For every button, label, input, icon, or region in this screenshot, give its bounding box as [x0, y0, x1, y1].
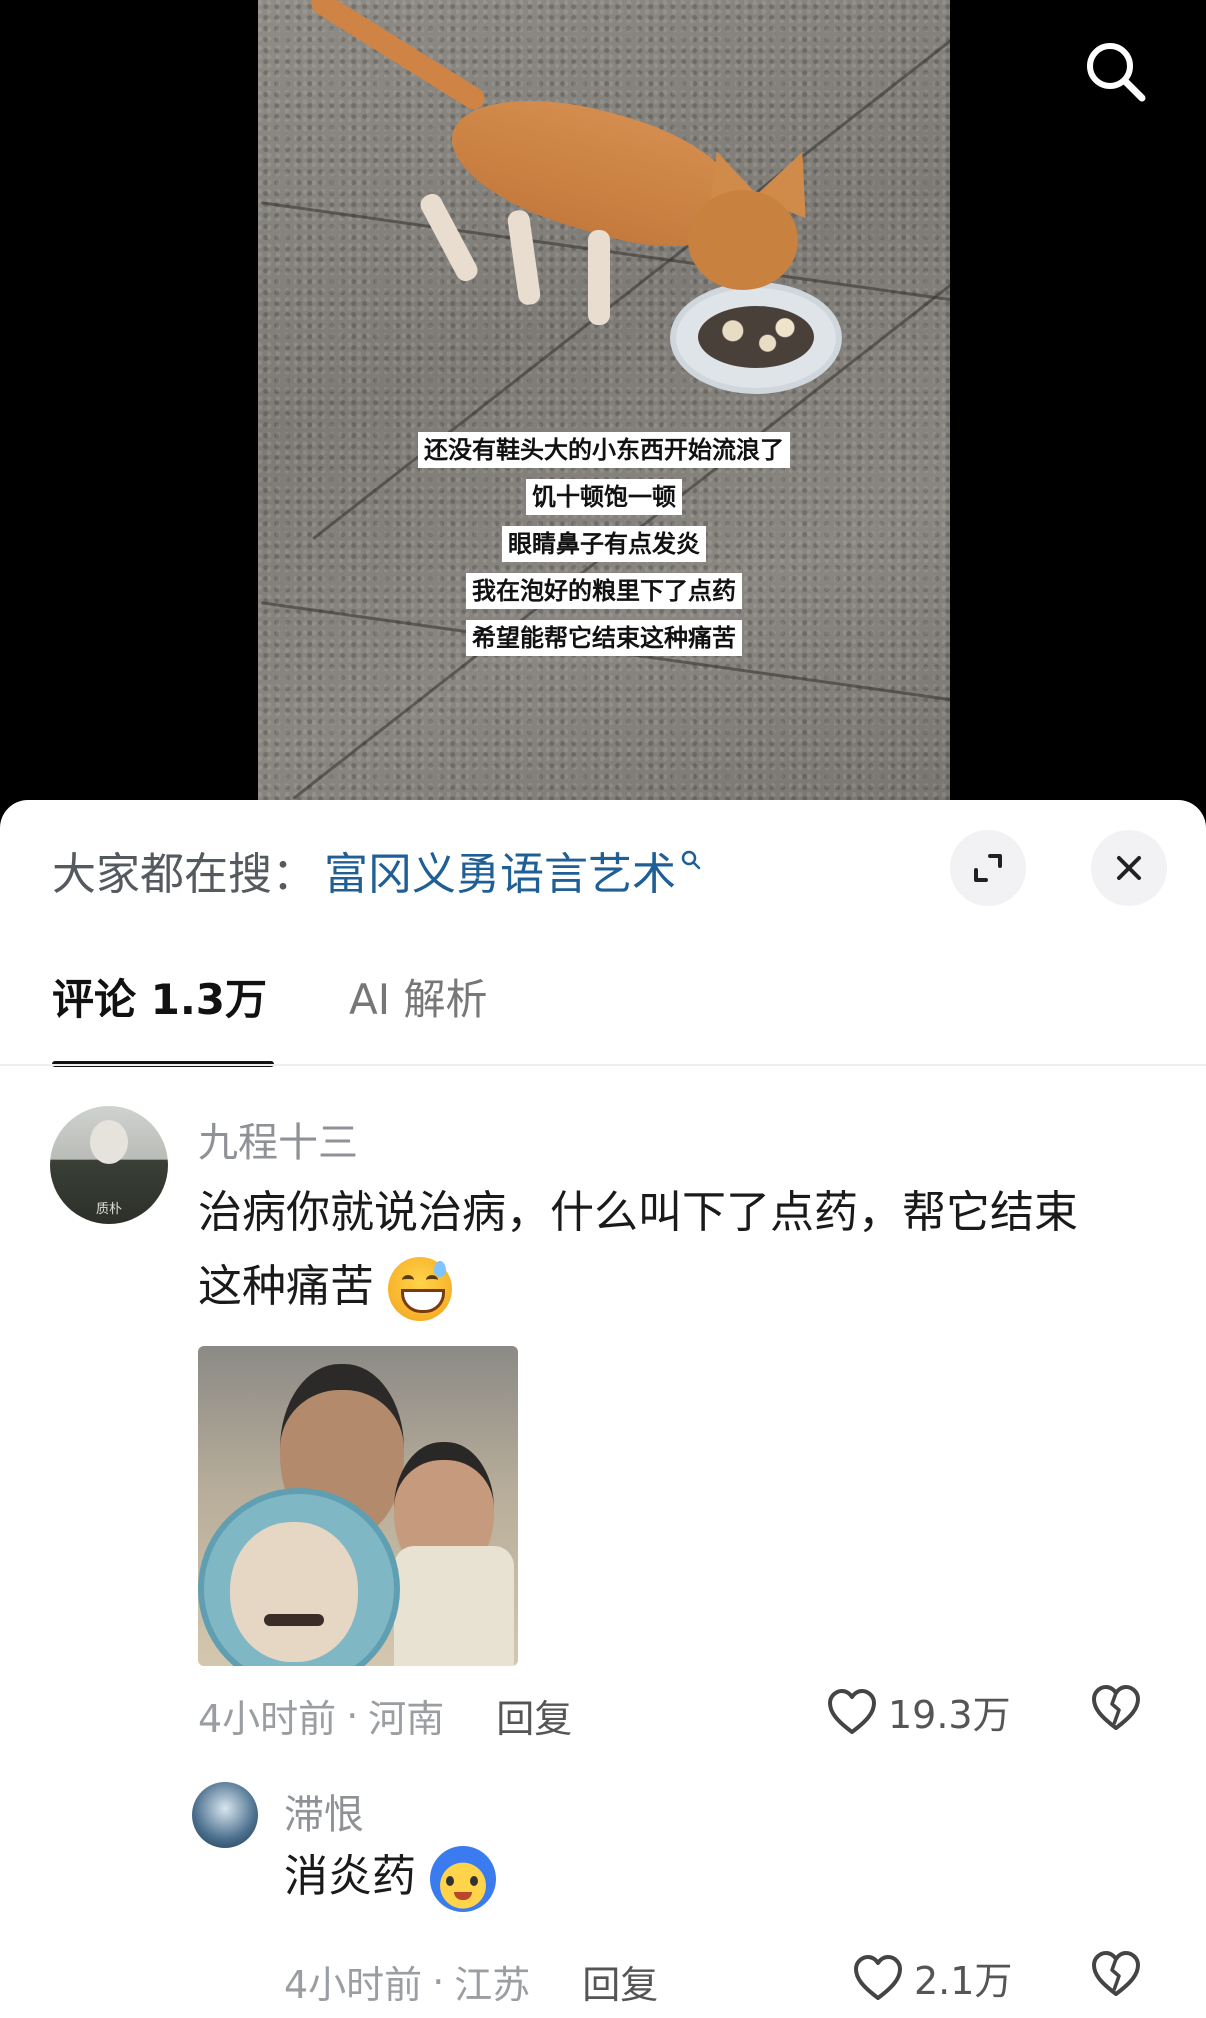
comment-text-line-2: 这种痛苦 [198, 1250, 1158, 1324]
meta-separator: · [346, 1693, 359, 1738]
close-button[interactable] [1091, 830, 1167, 906]
broken-heart-icon [1092, 1951, 1140, 1996]
comment-sheet: 大家都在搜： 富冈义勇语言艺术 评论 1.3万 AI 解析 质朴 九程十三 治病… [0, 800, 1206, 2018]
comment-text: 消炎药 [284, 1840, 496, 1914]
hot-search-term[interactable]: 富冈义勇语言艺术 [324, 838, 676, 902]
caption-line: 饥十顿饱一顿 [526, 479, 682, 515]
reply-button[interactable]: 回复 [496, 1688, 572, 1743]
reply-button[interactable]: 回复 [582, 1954, 658, 2009]
video-captions: 还没有鞋头大的小东西开始流浪了 饥十顿饱一顿 眼睛鼻子有点发炎 我在泡好的粮里下… [258, 432, 950, 656]
comment-text: 治病你就说治病，什么叫下了点药，帮它结束 这种痛苦 [198, 1176, 1158, 1324]
tab-bar: 评论 1.3万 AI 解析 [52, 965, 488, 1067]
meta-separator: · [432, 1959, 445, 2004]
caption-line: 眼睛鼻子有点发炎 [502, 526, 706, 562]
close-icon [1117, 856, 1141, 880]
video-frame: 还没有鞋头大的小东西开始流浪了 饥十顿饱一顿 眼睛鼻子有点发炎 我在泡好的粮里下… [258, 0, 950, 830]
heart-icon [854, 1954, 902, 2000]
comment-username[interactable]: 滞恨 [284, 1782, 364, 1840]
like-button[interactable]: 19.3万 [826, 1684, 1011, 1739]
dislike-button[interactable] [1090, 1684, 1142, 1736]
video-player[interactable]: 还没有鞋头大的小东西开始流浪了 饥十顿饱一顿 眼睛鼻子有点发炎 我在泡好的粮里下… [0, 0, 1206, 830]
tab-ai-analysis[interactable]: AI 解析 [349, 965, 487, 1035]
tab-divider [0, 1064, 1206, 1066]
cat-tail [307, 0, 489, 114]
avatar[interactable] [192, 1782, 258, 1848]
like-button[interactable]: 2.1万 [852, 1950, 1012, 2005]
expand-button[interactable] [950, 830, 1026, 906]
comment-time: 4小时前 [284, 1963, 423, 2007]
caption-line: 我在泡好的粮里下了点药 [466, 573, 742, 609]
avatar-caption: 质朴 [95, 1202, 122, 1217]
caption-line: 希望能帮它结束这种痛苦 [466, 620, 742, 656]
grinning-sweat-emoji [388, 1257, 452, 1321]
cat-head [688, 190, 798, 290]
hot-search-prefix: 大家都在搜： [52, 849, 316, 900]
expand-icon [974, 854, 1002, 882]
heart-icon [828, 1688, 876, 1734]
comment-location: 江苏 [454, 1963, 531, 2007]
comment-text-line: 消炎药 [284, 1851, 416, 1902]
caption-line: 还没有鞋头大的小东西开始流浪了 [418, 432, 790, 468]
comment-username[interactable]: 九程十三 [198, 1110, 358, 1168]
comment-meta: 4小时前 · 河南 回复 [198, 1688, 572, 1743]
comment-text-line: 这种痛苦 [198, 1261, 374, 1312]
face-with-blue-hair-emoji [430, 1846, 496, 1912]
comment-meta: 4小时前 · 江苏 回复 [284, 1954, 658, 2009]
comment-image[interactable] [198, 1346, 518, 1666]
avatar[interactable]: 质朴 [50, 1106, 168, 1224]
hot-search-bar[interactable]: 大家都在搜： 富冈义勇语言艺术 [52, 840, 702, 900]
search-icon [1087, 43, 1146, 102]
dislike-button[interactable] [1090, 1950, 1142, 2002]
search-button[interactable] [1078, 34, 1154, 110]
food-bowl [670, 282, 842, 394]
broken-heart-icon [1092, 1685, 1140, 1730]
like-count: 19.3万 [888, 1693, 1011, 1737]
tab-comments[interactable]: 评论 1.3万 [52, 965, 275, 1067]
comment-text-line: 治病你就说治病，什么叫下了点药，帮它结束 [198, 1187, 1078, 1238]
small-search-icon [681, 850, 701, 870]
like-count: 2.1万 [914, 1959, 1013, 2003]
comment-location: 河南 [368, 1697, 445, 1741]
comment-time: 4小时前 [198, 1697, 337, 1741]
